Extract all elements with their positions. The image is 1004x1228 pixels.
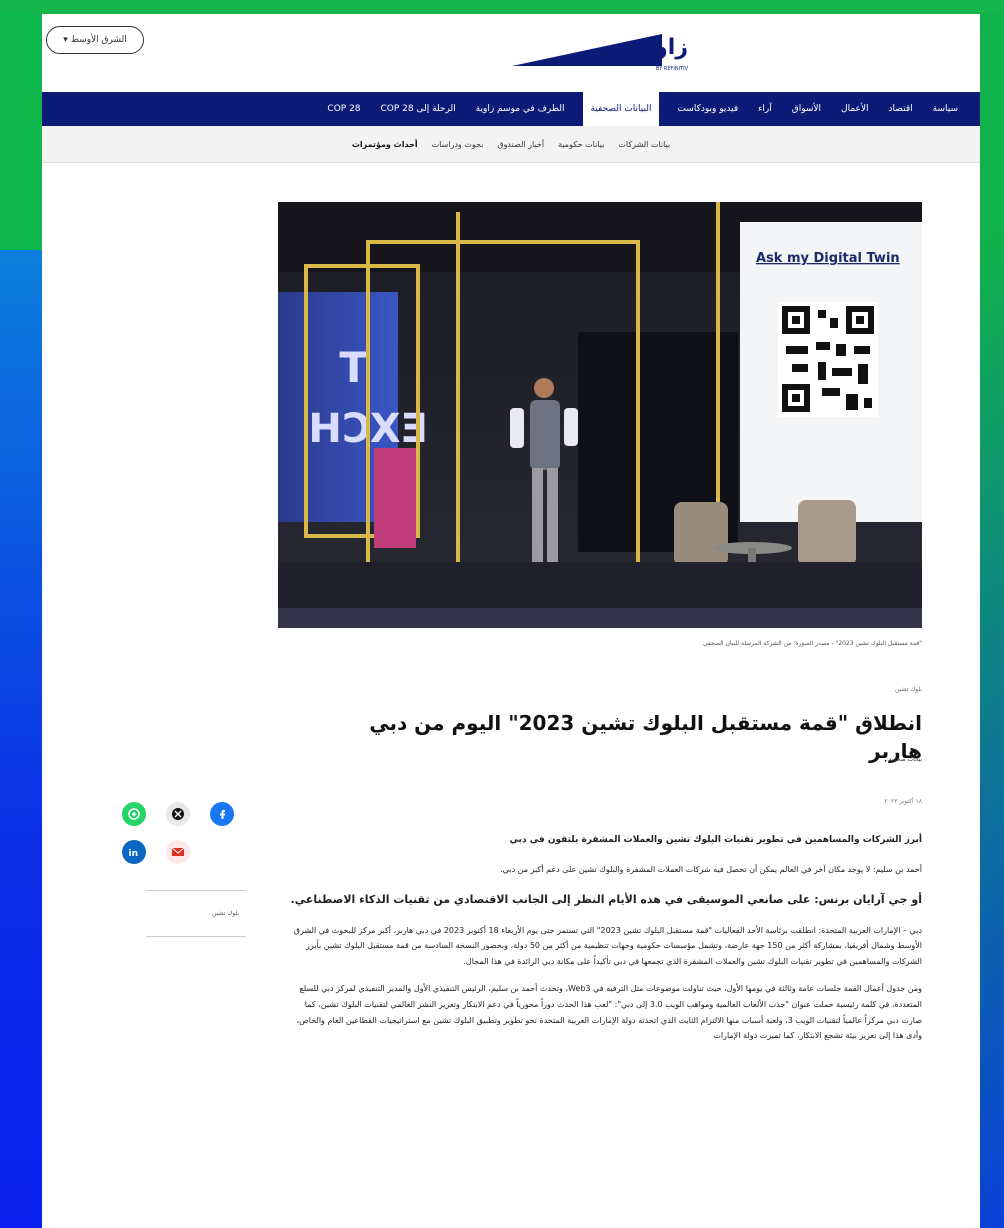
email-icon[interactable]: [166, 840, 190, 864]
subnav-item[interactable]: أخبار الصندوق: [497, 140, 544, 149]
x-icon[interactable]: [166, 802, 190, 826]
nav-item[interactable]: الأعمال: [839, 92, 871, 126]
tag-label[interactable]: بلوك تشين: [212, 910, 239, 917]
subnav-item[interactable]: أحداث ومؤتمرات: [352, 140, 418, 149]
linkedin-icon[interactable]: in: [122, 840, 146, 864]
nav-item[interactable]: الرحلة إلى COP 28: [379, 92, 458, 126]
nav-item[interactable]: سياسة: [931, 92, 960, 126]
background-top: [0, 0, 1004, 14]
nav-item[interactable]: اقتصاد: [887, 92, 915, 126]
language-selector-label: الشرق الأوسط ▾: [63, 35, 127, 45]
logo-subtext: BY REFINITIV: [656, 66, 689, 72]
digital-twin-sign: Ask my Digital Twin: [756, 251, 900, 266]
subnav-item[interactable]: بيانات الشركات: [618, 140, 670, 149]
hero-photo: T EXCH Ask my Digital Twin: [278, 202, 922, 628]
nav-item[interactable]: COP 28: [325, 92, 362, 126]
share-divider-top: [146, 890, 246, 891]
language-selector-button[interactable]: الشرق الأوسط ▾: [46, 26, 144, 54]
article-source[interactable]: بيانات صحفية: [889, 756, 922, 763]
nav-item[interactable]: الطرف في موسم زاوية: [474, 92, 567, 126]
nav-item[interactable]: الأسواق: [790, 92, 823, 126]
article-title: انطلاق "قمة مستقبل البلوك تشين 2023" الي…: [369, 711, 922, 764]
qr-code: [778, 302, 878, 417]
share-divider-bottom: [146, 936, 246, 937]
article-body: أبرز الشركات والمساهمين في تطوير تقنيات …: [288, 832, 922, 1056]
backdrop-text-1: T: [339, 343, 368, 392]
article-date: ١٨ أكتوبر ٢٠٢٣: [884, 798, 922, 805]
nav-item[interactable]: البيانات الصحفية: [582, 92, 660, 126]
nav-item[interactable]: آراء: [756, 92, 774, 126]
facebook-icon[interactable]: [210, 802, 234, 826]
image-caption: "قمة مستقبل البلوك تشين 2023" - مصدر الص…: [702, 640, 922, 647]
whatsapp-icon[interactable]: [122, 802, 146, 826]
web-page: الشرق الأوسط ▾ زاوية BY REFINITIV سياسة ا…: [42, 14, 980, 1228]
nav-item[interactable]: فيديو وبودكاست: [675, 92, 740, 126]
secondary-navigation: بيانات الشركات بيانات حكومية أخبار الصندوق…: [42, 126, 980, 163]
article-subhead: أو جي آرايان برنس: على صانعي الموسيقى في…: [290, 893, 922, 907]
article-paragraph-1: دبي – الإمارات العربية المتحدة: انطلقت ب…: [293, 925, 922, 966]
logo-text: زاوية: [633, 35, 688, 60]
subnav-item[interactable]: بيانات حكومية: [558, 140, 604, 149]
logo-graphic: زاوية BY REFINITIV: [512, 34, 689, 72]
hero-image: T EXCH Ask my Digital Twin: [278, 202, 922, 628]
section-label[interactable]: بلوك تشين: [895, 686, 922, 693]
subnav-item[interactable]: بحوث ودراسات: [432, 140, 484, 149]
svg-text:in: in: [129, 849, 139, 859]
article-paragraph-2: ومن جدول أعمال القمة جلسات عامة وثالثة ف…: [296, 984, 922, 1041]
site-header: الشرق الأوسط ▾ زاوية BY REFINITIV: [42, 14, 980, 90]
primary-navigation: سياسة اقتصاد الأعمال الأسواق آراء فيديو وبودك…: [42, 92, 980, 126]
article-quote: أحمد بن سليم: لا يوجد مكان آخر في العالم…: [500, 864, 922, 874]
site-logo[interactable]: زاوية BY REFINITIV: [512, 22, 702, 76]
article-lead: أبرز الشركات والمساهمين في تطوير تقنيات …: [509, 835, 922, 845]
